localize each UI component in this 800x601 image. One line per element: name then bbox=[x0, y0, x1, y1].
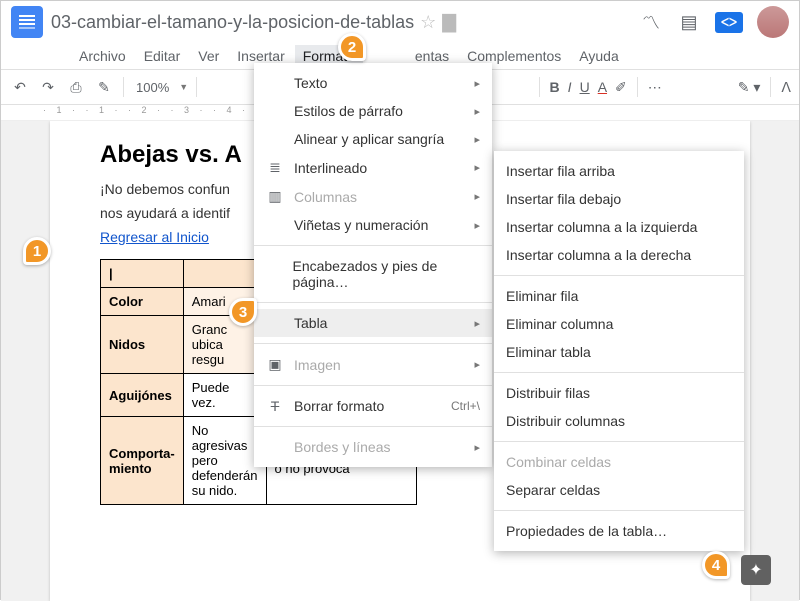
image-icon: ▣ bbox=[266, 356, 284, 373]
editing-mode-button[interactable]: ✎ ▾ bbox=[738, 79, 761, 96]
text-color-button[interactable]: A bbox=[598, 79, 607, 95]
trend-icon[interactable]: 〽 bbox=[639, 10, 663, 34]
undo-button[interactable]: ↶ bbox=[9, 76, 31, 98]
clear-format-icon: T bbox=[266, 398, 284, 414]
submenu-separar-celdas[interactable]: Separar celdas bbox=[494, 476, 744, 504]
menu-item-borrar-formato[interactable]: TBorrar formatoCtrl+\ bbox=[254, 392, 492, 420]
explore-button[interactable]: ✦ bbox=[741, 555, 771, 585]
menu-item-texto[interactable]: Texto▸ bbox=[254, 69, 492, 97]
menu-item-interlineado[interactable]: ≣Interlineado▸ bbox=[254, 153, 492, 182]
highlight-button[interactable]: ✐ bbox=[615, 79, 627, 96]
submenu-eliminar-tabla[interactable]: Eliminar tabla bbox=[494, 338, 744, 366]
submenu-distribuir-filas[interactable]: Distribuir filas bbox=[494, 379, 744, 407]
docs-app-icon[interactable] bbox=[11, 6, 43, 38]
paint-format-button[interactable]: ✎ bbox=[93, 76, 115, 98]
submenu-eliminar-columna[interactable]: Eliminar columna bbox=[494, 310, 744, 338]
back-to-start-link[interactable]: Regresar al Inicio bbox=[100, 229, 209, 245]
submenu-insertar-fila-debajo[interactable]: Insertar fila debajo bbox=[494, 185, 744, 213]
menu-item-bordes: Bordes y líneas▸ bbox=[254, 433, 492, 461]
table-row-label: Aguijónes bbox=[101, 374, 184, 417]
format-menu-dropdown: Texto▸ Estilos de párrafo▸ Alinear y apl… bbox=[254, 63, 492, 467]
underline-button[interactable]: U bbox=[580, 79, 590, 95]
menu-archivo[interactable]: Archivo bbox=[71, 45, 134, 67]
table-row-label: Nidos bbox=[101, 316, 184, 374]
submenu-insertar-col-izq[interactable]: Insertar columna a la izquierda bbox=[494, 213, 744, 241]
redo-button[interactable]: ↷ bbox=[37, 76, 59, 98]
menu-hidden bbox=[365, 53, 405, 59]
submenu-combinar-celdas: Combinar celdas bbox=[494, 448, 744, 476]
share-button[interactable]: ᐸᐳ bbox=[715, 12, 743, 33]
document-title[interactable]: 03-cambiar-el-tamano-y-la-posicion-de-ta… bbox=[51, 12, 414, 33]
zoom-select[interactable]: 100% bbox=[132, 80, 173, 95]
bold-button[interactable]: B bbox=[550, 79, 560, 95]
tabla-submenu: Insertar fila arriba Insertar fila debaj… bbox=[494, 151, 744, 551]
avatar[interactable] bbox=[757, 6, 789, 38]
step-badge-3: 3 bbox=[229, 298, 257, 326]
menu-ver[interactable]: Ver bbox=[190, 45, 227, 67]
menu-item-encabezados[interactable]: Encabezados y pies de página… bbox=[254, 252, 492, 296]
submenu-distribuir-columnas[interactable]: Distribuir columnas bbox=[494, 407, 744, 435]
menu-item-columnas: ▥Columnas▸ bbox=[254, 182, 492, 211]
step-badge-2: 2 bbox=[338, 33, 366, 61]
step-badge-4: 4 bbox=[702, 551, 730, 579]
line-spacing-icon: ≣ bbox=[266, 159, 284, 176]
columns-icon: ▥ bbox=[266, 188, 284, 205]
submenu-insertar-fila-arriba[interactable]: Insertar fila arriba bbox=[494, 157, 744, 185]
more-tools-button[interactable]: ⋯ bbox=[648, 79, 662, 96]
table-row-label: Color bbox=[101, 288, 184, 316]
expand-button[interactable]: ᐱ bbox=[781, 79, 791, 96]
submenu-propiedades-tabla[interactable]: Propiedades de la tabla… bbox=[494, 517, 744, 545]
star-icon[interactable]: ☆ bbox=[420, 12, 436, 33]
menu-ayuda[interactable]: Ayuda bbox=[571, 45, 626, 67]
submenu-insertar-col-der[interactable]: Insertar columna a la derecha bbox=[494, 241, 744, 269]
folder-icon[interactable]: ▇ bbox=[442, 12, 456, 33]
italic-button[interactable]: I bbox=[568, 79, 572, 95]
menu-editar[interactable]: Editar bbox=[136, 45, 189, 67]
comments-icon[interactable]: ▤ bbox=[677, 10, 701, 34]
menu-item-alinear[interactable]: Alinear y aplicar sangría▸ bbox=[254, 125, 492, 153]
menu-item-vinetas[interactable]: Viñetas y numeración▸ bbox=[254, 211, 492, 239]
menu-item-estilos[interactable]: Estilos de párrafo▸ bbox=[254, 97, 492, 125]
step-badge-1: 1 bbox=[23, 237, 51, 265]
table-row-label: Comporta-miento bbox=[101, 417, 184, 505]
submenu-eliminar-fila[interactable]: Eliminar fila bbox=[494, 282, 744, 310]
menu-item-imagen: ▣Imagen▸ bbox=[254, 350, 492, 379]
print-button[interactable]: ⎙ bbox=[65, 76, 87, 98]
menu-item-tabla[interactable]: Tabla▸ bbox=[254, 309, 492, 337]
